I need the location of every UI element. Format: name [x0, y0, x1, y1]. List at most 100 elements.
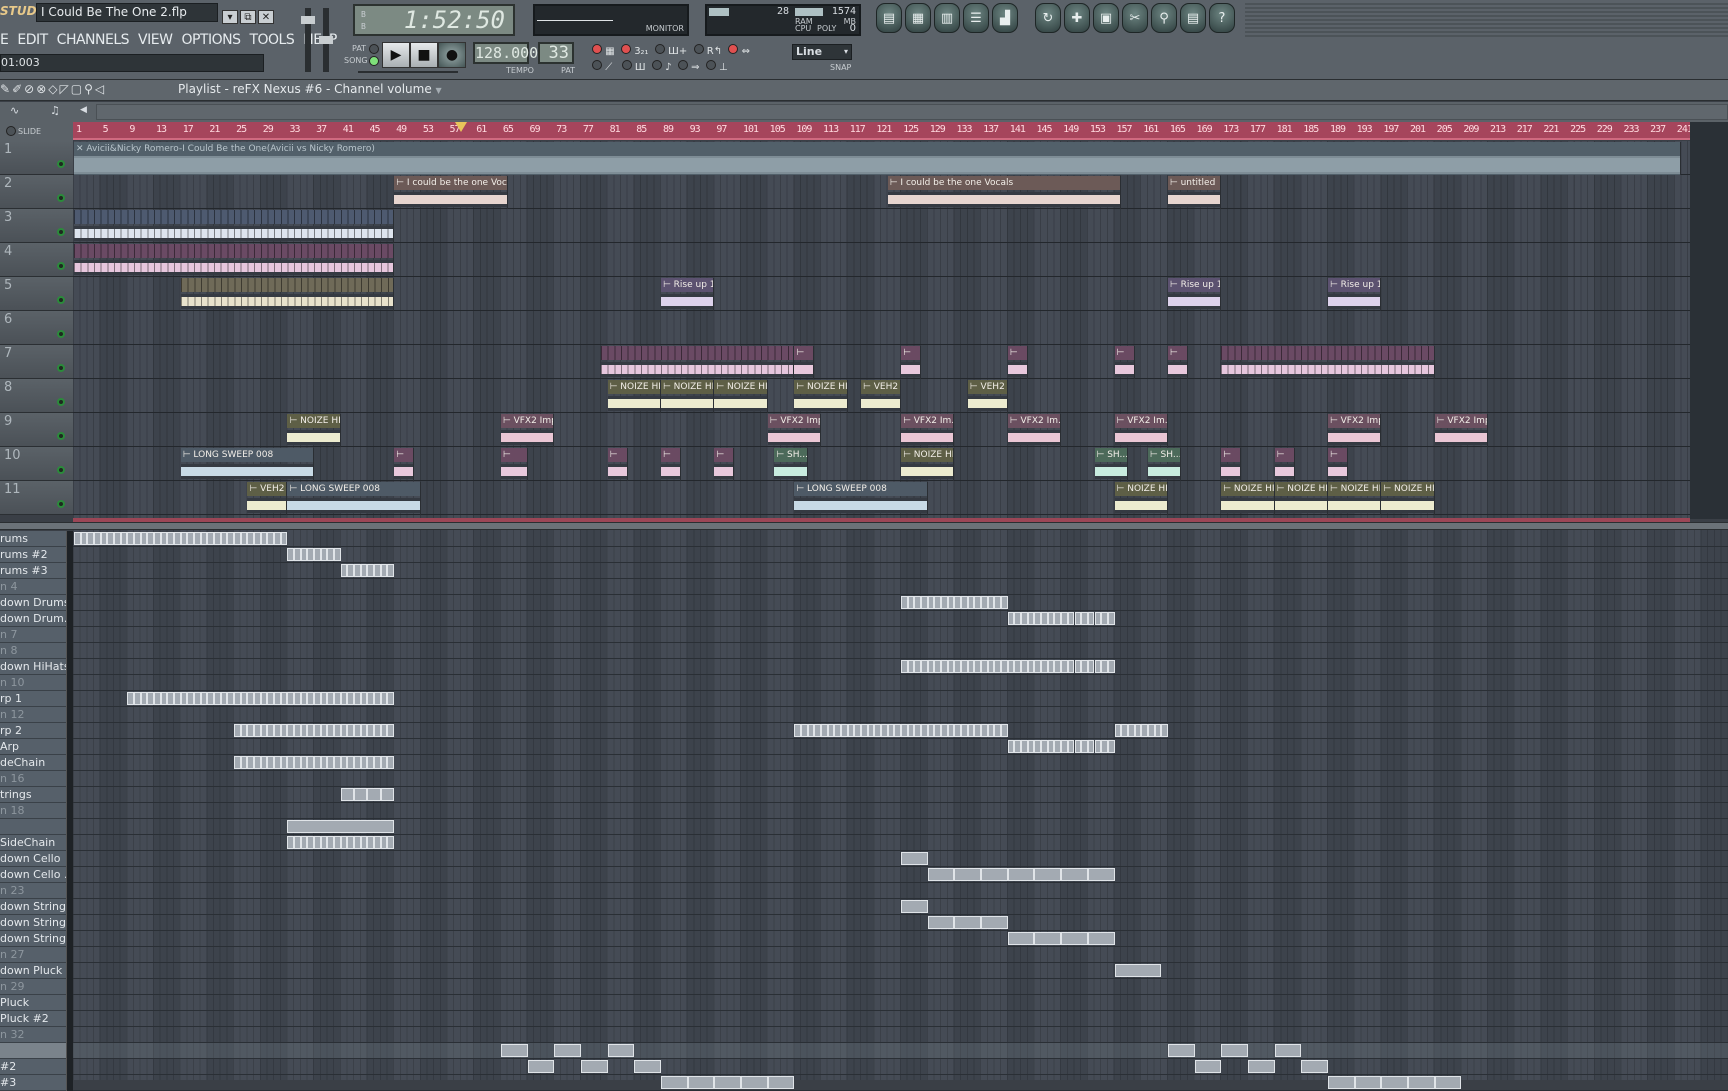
pattern-block[interactable] — [741, 1076, 768, 1089]
pattern-row-label[interactable]: down Cello ... — [0, 867, 66, 883]
track-header[interactable]: 9 — [0, 413, 73, 447]
pattern-block[interactable] — [554, 1044, 581, 1057]
pattern-block[interactable] — [334, 692, 341, 705]
pattern-block[interactable] — [914, 660, 922, 673]
playlist-clip[interactable]: ⊢ — [660, 448, 681, 481]
slide-led[interactable] — [6, 126, 16, 136]
pattern-row-handle[interactable] — [66, 707, 73, 723]
pattern-row-label[interactable]: Pluck — [0, 995, 66, 1011]
pattern-block[interactable] — [974, 660, 982, 673]
pattern-block[interactable] — [994, 596, 1002, 609]
pattern-block[interactable] — [1107, 740, 1115, 753]
pattern-block[interactable] — [360, 564, 368, 577]
pattern-block[interactable] — [1167, 1044, 1195, 1057]
multilink-led[interactable] — [705, 60, 716, 70]
pattern-block[interactable] — [941, 724, 948, 737]
pattern-row-handle[interactable] — [66, 771, 73, 787]
pat-mode-led[interactable] — [369, 44, 379, 54]
pattern-row-handle[interactable] — [66, 563, 73, 579]
pattern-block[interactable] — [240, 756, 248, 769]
save-icon[interactable]: ▣ — [1093, 3, 1119, 33]
track-enable-led[interactable] — [57, 228, 65, 236]
pattern-block[interactable] — [234, 692, 241, 705]
play-button[interactable]: ▶ — [382, 42, 410, 68]
pattern-block[interactable] — [300, 836, 308, 849]
pattern-block[interactable] — [327, 548, 335, 561]
pattern-block[interactable] — [340, 692, 348, 705]
note-tab-icon[interactable]: ♫ — [50, 104, 60, 117]
pattern-block[interactable] — [1107, 612, 1115, 625]
pattern-block[interactable] — [260, 532, 268, 545]
pattern-block[interactable] — [307, 724, 315, 737]
pattern-block[interactable] — [887, 724, 895, 737]
pattern-row-label[interactable]: n 10 — [0, 675, 66, 691]
pattern-block[interactable] — [247, 692, 255, 705]
playlist-clip[interactable]: ⊢ Rise up 1... — [1327, 278, 1382, 311]
snap-dropdown[interactable]: Line ▾ — [792, 44, 852, 60]
pattern-row-handle[interactable] — [66, 1059, 73, 1075]
playlist-clip[interactable]: ⊢ NOIZE HI... — [660, 380, 715, 413]
playlist-clip[interactable]: ⊢ I could be the one Vocals — [394, 176, 508, 209]
pattern-row-label[interactable]: n 23 — [0, 883, 66, 899]
pattern-block[interactable] — [307, 692, 315, 705]
pattern-block[interactable] — [1114, 724, 1122, 737]
pattern-block[interactable] — [147, 692, 155, 705]
pattern-block[interactable] — [300, 724, 308, 737]
playlist-clip[interactable] — [1221, 346, 1435, 379]
pattern-block[interactable] — [1021, 612, 1028, 625]
playlist-clip[interactable]: ⊢ LONG SWEEP 008 — [180, 448, 315, 481]
track-header[interactable]: 6 — [0, 311, 73, 345]
pattern-block[interactable] — [94, 532, 101, 545]
pattern-row-label[interactable]: down Pluck — [0, 963, 66, 979]
pattern-block[interactable] — [1041, 612, 1048, 625]
track-header[interactable]: 1 — [0, 141, 73, 175]
pattern-row-label[interactable]: rums — [0, 531, 66, 547]
pattern-block[interactable] — [1034, 868, 1062, 881]
pattern-block[interactable] — [367, 788, 381, 801]
pattern-block[interactable] — [380, 564, 388, 577]
pattern-block[interactable] — [1074, 740, 1082, 753]
pattern-block[interactable] — [174, 692, 181, 705]
pattern-block[interactable] — [1007, 660, 1015, 673]
playlist-icon[interactable]: ▤ — [876, 3, 902, 33]
pattern-block[interactable] — [294, 692, 301, 705]
pattern-block[interactable] — [354, 564, 361, 577]
pattern-block[interactable] — [961, 596, 968, 609]
pattern-block[interactable] — [160, 532, 168, 545]
wait-icon[interactable]: Ш — [635, 62, 646, 73]
pattern-block[interactable] — [941, 596, 948, 609]
playlist-clip[interactable]: ⊢ — [1007, 346, 1028, 379]
pattern-row-label[interactable] — [0, 819, 66, 835]
pattern-block[interactable] — [687, 1076, 715, 1089]
pattern-block[interactable] — [274, 724, 281, 737]
pattern-block[interactable] — [1074, 660, 1082, 673]
pattern-block[interactable] — [927, 868, 955, 881]
pattern-block[interactable] — [987, 660, 995, 673]
pattern-block[interactable] — [1101, 740, 1108, 753]
pattern-block[interactable] — [287, 756, 295, 769]
pattern-block[interactable] — [1041, 740, 1048, 753]
pattern-block[interactable] — [967, 596, 975, 609]
pattern-block[interactable] — [360, 756, 368, 769]
pattern-block[interactable] — [1087, 868, 1115, 881]
playlist-clip[interactable]: ⊢ NOIZE HI... — [1274, 482, 1328, 515]
pattern-block[interactable] — [374, 724, 381, 737]
pattern-block[interactable] — [1034, 932, 1062, 945]
master-volume-slider[interactable] — [301, 8, 315, 72]
metronome-icon[interactable]: ⟋ — [605, 62, 612, 73]
pattern-block[interactable] — [287, 548, 295, 561]
pattern-block[interactable] — [1121, 724, 1128, 737]
pattern-row-handle[interactable] — [66, 547, 73, 563]
pattern-block[interactable] — [607, 1044, 635, 1057]
pattern-row-label[interactable]: n 8 — [0, 643, 66, 659]
pattern-row-label[interactable]: down Drums — [0, 595, 66, 611]
pattern-row-label[interactable]: n 4 — [0, 579, 66, 595]
pattern-block[interactable] — [287, 836, 295, 849]
pattern-block[interactable] — [527, 1060, 555, 1073]
track-header[interactable]: 5 — [0, 277, 73, 311]
pattern-block[interactable] — [1001, 596, 1008, 609]
pattern-grid[interactable] — [73, 530, 1728, 1080]
pattern-block[interactable] — [794, 724, 802, 737]
pattern-block[interactable] — [74, 532, 81, 545]
pattern-block[interactable] — [347, 756, 355, 769]
